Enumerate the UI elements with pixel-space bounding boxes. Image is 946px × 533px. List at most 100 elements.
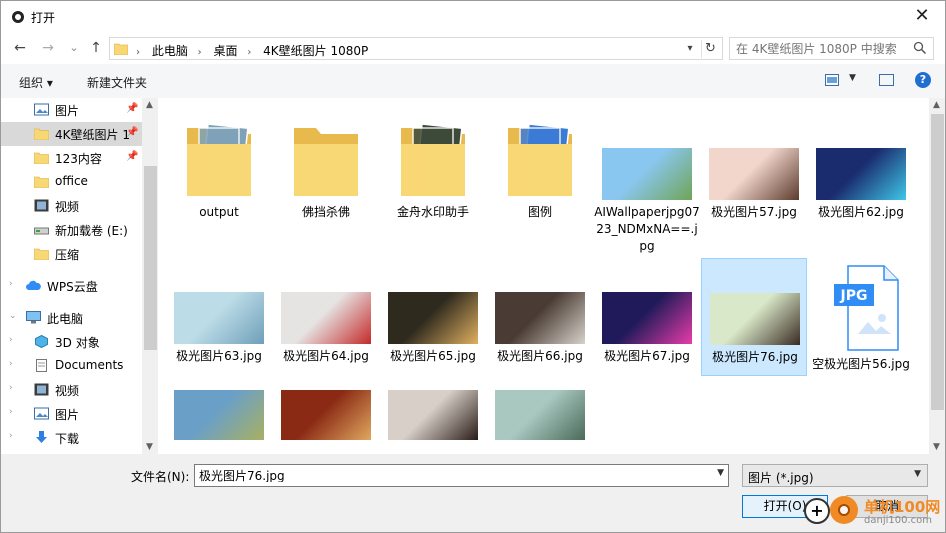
svg-text:JPG: JPG (840, 288, 868, 304)
file-name: AIWallpaperjpg0723_NDMxNA==.jpg (594, 205, 700, 253)
sidebar-item[interactable]: 新加载卷 (E:) (1, 218, 142, 242)
scroll-up-icon[interactable]: ▲ (146, 100, 153, 110)
drive-icon (34, 223, 49, 236)
file-item[interactable]: 极光图片65.jpg (380, 258, 486, 376)
preview-pane-icon[interactable] (879, 74, 894, 86)
folder-icon (33, 175, 50, 189)
expand-icon[interactable]: › (9, 359, 13, 369)
file-name: 极光图片62.jpg (818, 205, 904, 219)
file-item[interactable]: AIWallpaperjpg0723_NDMxNA==.jpg (594, 106, 700, 256)
search-icon (913, 41, 927, 55)
file-item[interactable]: JPG 空极光图片56.jpg (808, 258, 914, 376)
address-dropdown-button[interactable]: ▾ (682, 40, 698, 58)
sidebar-item[interactable]: › 视频 (1, 378, 142, 402)
sidebar-item[interactable]: 123内容 📌 (1, 146, 142, 170)
sidebar-scrollbar[interactable]: ▲ ▼ (142, 98, 158, 454)
expand-icon[interactable]: › (9, 431, 13, 441)
scroll-down-icon[interactable]: ▼ (933, 442, 940, 452)
breadcrumb-this-pc[interactable]: 此电脑 (152, 44, 188, 58)
close-button[interactable]: ✕ (899, 1, 945, 32)
expand-icon[interactable]: › (9, 335, 13, 345)
command-bar: 组织 ▾ 新建文件夹 ▼ ? (0, 64, 946, 98)
expand-icon[interactable]: › (9, 383, 13, 393)
pin-icon[interactable]: 📌 (126, 151, 138, 162)
sidebar-item[interactable]: 4K壁纸图片 1 📌 (1, 122, 142, 146)
image-thumbnail (816, 148, 906, 200)
new-folder-button[interactable]: 新建文件夹 (87, 74, 147, 91)
view-options-icon[interactable] (825, 74, 839, 86)
address-bar[interactable]: › 此电脑 › 桌面 › 4K壁纸图片 1080P ▾ ↻ (109, 37, 723, 60)
file-item[interactable] (380, 390, 486, 450)
pin-icon[interactable]: 📌 (126, 103, 138, 114)
scroll-up-icon[interactable]: ▲ (933, 100, 940, 110)
organize-button[interactable]: 组织 ▾ (19, 74, 53, 91)
chevron-down-icon[interactable]: ▼ (717, 468, 724, 478)
file-item[interactable] (273, 390, 379, 450)
sidebar-item-label: 压缩 (55, 248, 80, 262)
breadcrumb-separator: › (136, 47, 140, 58)
breadcrumb: › 此电脑 › 桌面 › 4K壁纸图片 1080P (136, 42, 374, 59)
forward-button[interactable]: → (39, 39, 57, 57)
window-title: 打开 (31, 11, 56, 25)
image-thumbnail (388, 292, 478, 344)
filetype-select[interactable]: 图片 (*.jpg) ▼ (742, 464, 928, 487)
search-box[interactable] (729, 37, 934, 60)
pin-icon[interactable]: 📌 (126, 127, 138, 138)
file-item[interactable]: 极光图片67.jpg (594, 258, 700, 376)
file-list-scrollbar[interactable]: ▲ ▼ (929, 98, 946, 454)
search-input[interactable] (736, 41, 906, 57)
expand-icon[interactable]: › (9, 407, 13, 417)
recent-locations-button[interactable]: ⌄ (65, 39, 83, 57)
file-item[interactable]: 极光图片64.jpg (273, 258, 379, 376)
sidebar-item[interactable]: › 3D 对象 (1, 330, 142, 354)
sidebar-item[interactable]: › 图片 (1, 402, 142, 426)
expand-icon[interactable]: › (9, 279, 13, 289)
filename-combobox[interactable]: ▼ (194, 464, 729, 487)
scrollbar-thumb[interactable] (931, 114, 944, 410)
folder-item[interactable]: 佛挡杀佛 (273, 106, 379, 256)
file-item[interactable]: 极光图片76.jpg (701, 258, 807, 376)
back-button[interactable]: ← (11, 39, 29, 57)
watermark-logo: + 单机100网 danji100.com (800, 490, 946, 533)
view-dropdown-icon[interactable]: ▼ (849, 73, 856, 83)
folder-icon (397, 114, 469, 203)
folder-item[interactable]: output (166, 106, 272, 256)
sidebar-item[interactable]: office (1, 170, 142, 194)
breadcrumb-current-folder[interactable]: 4K壁纸图片 1080P (263, 44, 368, 58)
folder-icon (290, 114, 362, 203)
file-item[interactable]: 极光图片62.jpg (808, 106, 914, 256)
sidebar-item[interactable]: ⌄ 此电脑 (1, 306, 142, 330)
sidebar-item[interactable]: 图片 📌 (1, 98, 142, 122)
file-item[interactable]: 极光图片63.jpg (166, 258, 272, 376)
image-thumbnail (495, 390, 585, 440)
breadcrumb-desktop[interactable]: 桌面 (214, 44, 238, 58)
orange-circle-icon (830, 496, 858, 524)
file-name: 极光图片67.jpg (604, 349, 690, 363)
refresh-button[interactable]: ↻ (701, 40, 719, 58)
scroll-down-icon[interactable]: ▼ (146, 442, 153, 452)
file-item[interactable]: 极光图片57.jpg (701, 106, 807, 256)
sidebar-item[interactable]: › Documents (1, 354, 142, 378)
chevron-down-icon[interactable]: ▼ (914, 469, 921, 479)
image-thumbnail (388, 390, 478, 440)
image-thumbnail (174, 292, 264, 344)
sidebar-item[interactable]: 压缩 (1, 242, 142, 266)
file-name: 极光图片76.jpg (712, 350, 798, 364)
up-button[interactable]: ↑ (87, 39, 105, 57)
folder-icon (33, 247, 50, 261)
sidebar-item[interactable]: › WPS云盘 (1, 274, 142, 298)
filename-input[interactable] (199, 468, 699, 482)
sidebar-item[interactable]: › 下载 (1, 426, 142, 450)
file-item[interactable] (487, 390, 593, 450)
sidebar-item[interactable]: 视频 (1, 194, 142, 218)
sidebar-item-label: 此电脑 (47, 312, 84, 326)
file-item[interactable]: 极光图片66.jpg (487, 258, 593, 376)
file-item[interactable] (166, 390, 272, 450)
scrollbar-thumb[interactable] (144, 166, 157, 350)
expand-icon[interactable]: ⌄ (9, 311, 17, 321)
watermark-site: 单机100网 (864, 498, 941, 516)
folder-item[interactable]: 图例 (487, 106, 593, 256)
cloud-icon (26, 279, 41, 292)
help-icon[interactable]: ? (915, 72, 931, 88)
folder-item[interactable]: 金舟水印助手 (380, 106, 486, 256)
